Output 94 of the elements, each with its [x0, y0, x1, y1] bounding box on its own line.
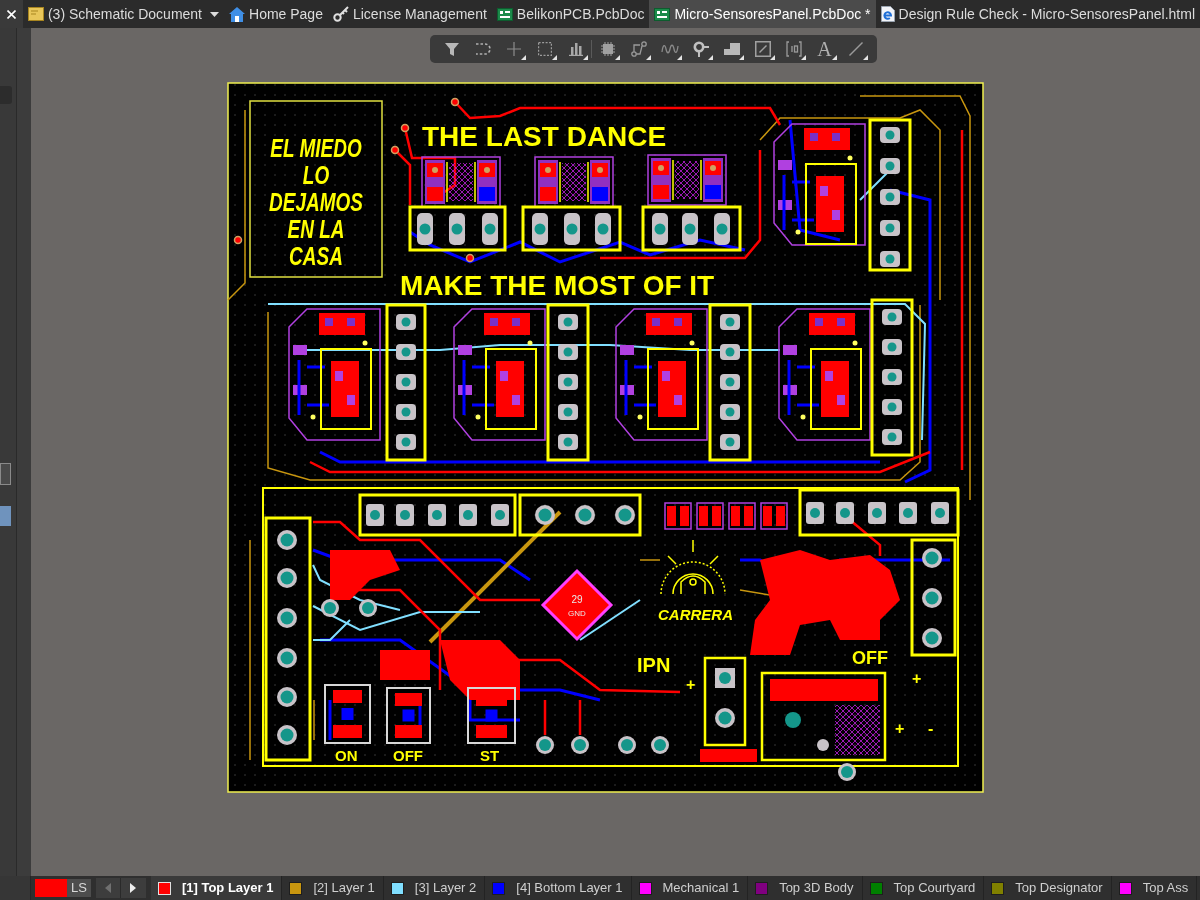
through-hole-pad — [321, 599, 339, 617]
submenu-triangle-icon — [801, 55, 806, 60]
silkscreen-label: + — [912, 670, 922, 687]
bracket-icon — [785, 41, 802, 57]
connector-icon — [474, 43, 491, 55]
helmet-logo-icon — [660, 539, 726, 595]
layer-tab[interactable]: Top 3D Body — [748, 876, 863, 900]
layer-tab[interactable]: [2] Layer 1 — [282, 876, 384, 900]
silkscreen-label: IPN — [637, 654, 671, 676]
submenu-triangle-icon — [863, 55, 868, 60]
layer-tab[interactable]: [3] Layer 2 — [383, 876, 486, 900]
line-icon — [848, 42, 863, 56]
document-tab[interactable]: (3) Schematic Document — [22, 0, 224, 28]
plus-icon — [506, 42, 521, 56]
submenu-triangle-icon — [832, 55, 837, 60]
filter-icon — [444, 42, 459, 56]
silkscreen-label: ST — [480, 747, 500, 764]
through-hole-pad — [651, 736, 669, 754]
route-icon — [630, 41, 647, 57]
wave-icon — [660, 44, 679, 54]
layer-tab[interactable]: Mechanical 1 — [631, 876, 749, 900]
silkscreen-label: ON — [335, 747, 358, 764]
silkscreen-label: OFF — [393, 747, 423, 764]
silkscreen-label: OFF — [852, 648, 888, 668]
document-tab[interactable]: Home Page — [224, 0, 328, 28]
diagonal-square-icon — [754, 41, 771, 57]
home-icon — [229, 6, 245, 22]
next-layer-button[interactable] — [120, 878, 146, 898]
submenu-triangle-icon — [770, 55, 775, 60]
layer-tab[interactable]: [4] Bottom Layer 1 — [485, 876, 632, 900]
caret-icon — [210, 11, 219, 17]
text-tool-button[interactable]: A — [809, 35, 840, 63]
submenu-triangle-icon — [708, 55, 713, 60]
bar-chart-icon — [568, 42, 583, 56]
slide-switch-drawing — [467, 687, 516, 744]
smd-part-drawing — [696, 502, 724, 530]
via — [400, 123, 410, 133]
via — [390, 145, 400, 155]
through-hole-pad — [618, 736, 636, 754]
through-hole-pad — [359, 599, 377, 617]
chip-icon — [600, 42, 615, 56]
slide-switch-drawing — [324, 684, 371, 744]
logo-text: CARRERA — [658, 606, 733, 623]
dashed-square-icon — [537, 42, 552, 56]
submenu-triangle-icon — [615, 55, 620, 60]
submenu-triangle-icon — [583, 55, 588, 60]
layer-set-button[interactable]: LS — [35, 879, 91, 897]
via — [465, 253, 475, 263]
copper-pour — [330, 550, 400, 600]
document-tab[interactable]: Micro-SensoresPanel.PcbDoc * — [649, 0, 876, 28]
submenu-triangle-icon — [552, 55, 557, 60]
submenu-triangle-icon — [739, 55, 744, 60]
via — [450, 97, 460, 107]
pin-icon — [692, 41, 709, 57]
layer-tab[interactable]: Top Ass — [1111, 876, 1198, 900]
copper-pour — [700, 749, 757, 762]
swatch-icon — [35, 879, 67, 897]
close-icon — [6, 9, 16, 19]
silkscreen-label: - — [928, 720, 934, 737]
submenu-triangle-icon — [677, 55, 682, 60]
chip-label: GND — [568, 609, 586, 618]
layer-tab[interactable]: Top Designator — [984, 876, 1112, 900]
smd-part-drawing — [664, 502, 692, 530]
smd-part-drawing — [760, 502, 788, 530]
document-tab[interactable]: License Management — [327, 0, 492, 28]
via — [233, 235, 243, 245]
caret-right-icon — [130, 883, 137, 893]
through-hole-pad — [571, 736, 589, 754]
web-document-icon — [880, 6, 895, 22]
smd-part-drawing — [728, 502, 756, 530]
submenu-triangle-icon — [646, 55, 651, 60]
submenu-triangle-icon — [521, 55, 526, 60]
circuit-board-icon — [496, 7, 513, 21]
board-title: THE LAST DANCE — [422, 121, 667, 152]
frame-text: EL MIEDO LO DEJAMOS EN LA CASA — [269, 134, 363, 271]
caret-left-icon — [104, 883, 111, 893]
copper-pour — [380, 650, 430, 680]
key-icon — [332, 6, 349, 22]
steps-icon — [723, 43, 740, 55]
silkscreen-label: + — [686, 676, 696, 693]
chip-label: 29 — [571, 594, 583, 605]
board-slogan: MAKE THE MOST OF IT — [400, 270, 715, 301]
through-hole-pad — [536, 736, 554, 754]
panel-field[interactable] — [0, 463, 11, 485]
through-hole-pad — [838, 763, 856, 781]
layer-tab[interactable]: [1] Top Layer 1 — [150, 876, 283, 900]
document-icon — [27, 7, 44, 21]
circuit-board-icon — [654, 7, 671, 21]
document-tab[interactable]: BelikonPCB.PcbDoc — [491, 0, 650, 28]
close-button[interactable] — [0, 0, 23, 28]
document-tab[interactable]: Design Rule Check - Micro-SensoresPanel.html — [875, 0, 1200, 28]
silkscreen-label: + — [895, 720, 905, 737]
layer-tab[interactable]: Top Courtyard — [862, 876, 985, 900]
slide-switch-drawing — [386, 687, 431, 744]
